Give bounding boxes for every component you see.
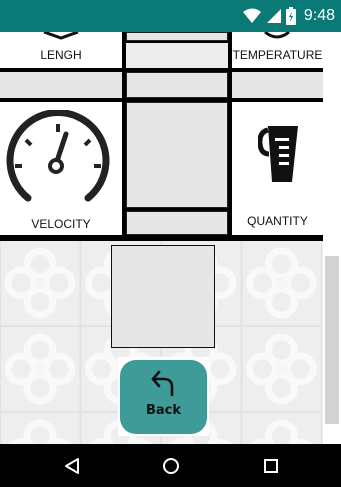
back-button[interactable]: Back (120, 360, 207, 434)
spacer-left (0, 72, 122, 98)
nav-back-button[interactable] (42, 444, 102, 487)
tile-temperature-label: TEMPERATURE (232, 48, 323, 62)
tile-temperature[interactable]: TEMPERATURE (232, 32, 323, 68)
tile-quantity[interactable]: QUANTITY (232, 102, 323, 235)
back-triangle-icon (65, 457, 79, 474)
tile-middle-top[interactable] (126, 32, 228, 41)
status-bar: 9:48 (0, 0, 341, 32)
tile-velocity[interactable]: VELOCITY (0, 102, 122, 235)
nav-recents-button[interactable] (241, 444, 301, 487)
scrollbar-thumb[interactable] (325, 256, 339, 424)
tile-length[interactable]: LENGH (0, 32, 122, 68)
tile-velocity-label: VELOCITY (31, 217, 91, 231)
navigation-bar (0, 444, 341, 487)
center-display-box (111, 245, 215, 348)
speedometer-icon (6, 110, 110, 202)
recents-square-icon (264, 458, 278, 473)
status-icons: 9:48 (242, 6, 335, 26)
content-area: LENGH TEMPERATURE VELOCITY QUANTITY Back (0, 32, 341, 444)
status-time: 9:48 (303, 7, 335, 24)
spacer-right (232, 72, 323, 98)
signal-icon (266, 9, 281, 23)
tile-length-label: LENGH (40, 48, 82, 62)
ruler-icon (43, 32, 79, 40)
tile-middle-bottom[interactable] (126, 211, 228, 235)
home-circle-icon (163, 457, 179, 474)
tile-quantity-label: QUANTITY (247, 214, 308, 228)
back-button-label: Back (145, 403, 182, 418)
battery-icon (285, 7, 296, 25)
back-arrow-icon (151, 370, 174, 396)
measuring-cup-icon (258, 126, 298, 182)
tile-middle[interactable] (126, 102, 228, 208)
thermometer-icon (264, 32, 290, 39)
spacer-middle (126, 72, 228, 98)
grid-line (0, 235, 323, 241)
wifi-icon (242, 8, 261, 23)
nav-home-button[interactable] (141, 444, 201, 487)
